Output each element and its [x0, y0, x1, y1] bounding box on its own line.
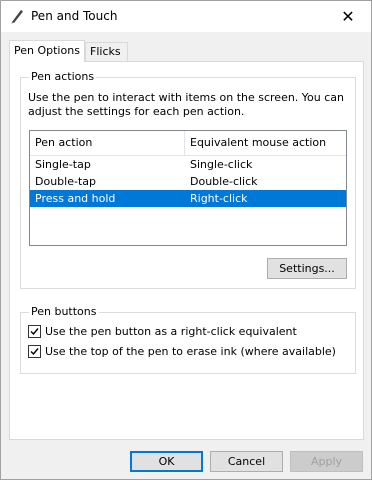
pen-actions-group-label: Pen actions — [29, 70, 97, 83]
mouse-action-cell: Double-click — [190, 175, 258, 188]
pen-actions-description: Use the pen to interact with items on th… — [28, 91, 345, 118]
tab-flicks[interactable]: Flicks — [85, 42, 128, 61]
pen-buttons-group: Pen buttons Use the pen button as a righ… — [20, 305, 356, 374]
pen-actions-group: Pen actions Use the pen to interact with… — [20, 70, 356, 289]
ok-button[interactable]: OK — [130, 451, 203, 472]
column-header-mouse-action[interactable]: Equivalent mouse action — [185, 131, 346, 155]
close-icon: ✕ — [341, 7, 355, 26]
title-bar[interactable]: Pen and Touch ✕ — [1, 1, 371, 32]
erase-ink-label: Use the top of the pen to erase ink (whe… — [45, 345, 336, 358]
erase-ink-checkbox[interactable] — [28, 345, 41, 358]
mouse-action-cell: Single-click — [190, 158, 253, 171]
pen-buttons-group-label: Pen buttons — [29, 305, 99, 318]
pen-icon — [9, 8, 25, 24]
column-header-pen-action[interactable]: Pen action — [30, 131, 185, 155]
tab-pen-options[interactable]: Pen Options — [9, 40, 85, 62]
settings-button[interactable]: Settings... — [267, 258, 347, 279]
list-header: Pen action Equivalent mouse action — [30, 131, 346, 156]
list-row-double-tap[interactable]: Double-tap Double-click — [30, 173, 346, 190]
window-title: Pen and Touch — [31, 9, 118, 23]
pen-action-cell: Single-tap — [35, 158, 91, 171]
cancel-button[interactable]: Cancel — [210, 451, 283, 472]
list-row-single-tap[interactable]: Single-tap Single-click — [30, 156, 346, 173]
mouse-action-cell: Right-click — [190, 192, 248, 205]
checkmark-icon — [30, 328, 39, 336]
pen-action-cell: Double-tap — [35, 175, 96, 188]
right-click-checkbox[interactable] — [28, 325, 41, 338]
pen-options-panel: Pen actions Use the pen to interact with… — [9, 61, 364, 440]
pen-action-cell: Press and hold — [35, 192, 116, 205]
list-row-press-and-hold[interactable]: Press and hold Right-click — [30, 190, 346, 207]
pen-and-touch-dialog: Pen and Touch ✕ Pen Options Flicks Pen a… — [0, 0, 372, 480]
pen-action-list[interactable]: Pen action Equivalent mouse action Singl… — [29, 130, 347, 246]
close-button[interactable]: ✕ — [325, 1, 371, 32]
apply-button[interactable]: Apply — [290, 451, 363, 472]
right-click-label: Use the pen button as a right-click equi… — [45, 325, 297, 338]
checkmark-icon — [30, 348, 39, 356]
